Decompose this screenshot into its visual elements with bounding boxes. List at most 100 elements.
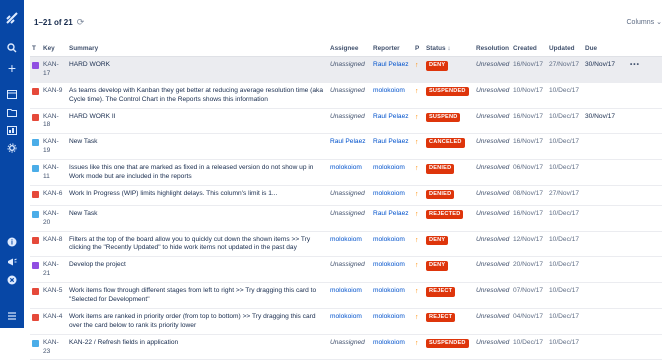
header-type[interactable]: T [30,40,41,57]
actions-cell [628,185,662,206]
issue-summary-link[interactable]: HARD WORK [69,61,110,68]
resolution-cell: Unresolved [474,334,511,360]
search-icon[interactable] [4,40,20,56]
issue-key-link[interactable]: KAN-23 [43,339,59,355]
header-reporter[interactable]: Reporter [371,40,413,57]
issue-key-link[interactable]: KAN-4 [43,313,62,320]
table-row[interactable]: KAN-4 Work items are ranked in priority o… [30,308,662,335]
header-resolution[interactable]: Resolution [474,40,511,57]
reports-icon[interactable] [4,122,20,138]
updated-date: 10/Dec/17 [549,209,580,217]
resolution-value: Unresolved [476,338,510,346]
reporter-link[interactable]: molokoiom [373,236,405,243]
updated-cell: 10/Dec/17 [547,159,583,186]
create-icon[interactable]: + [4,60,20,76]
reporter-cell: Raul Pelaez [371,133,413,161]
reporter-link[interactable]: molokoiom [373,190,405,197]
issue-summary-link[interactable]: New Task [69,210,97,217]
resolution-cell: Unresolved [474,159,511,186]
issue-summary-link[interactable]: Develop the project [69,261,126,268]
updated-date: 10/Dec/17 [549,235,580,243]
issue-key-link[interactable]: KAN-17 [43,61,59,77]
issue-key-link[interactable]: KAN-21 [43,261,59,277]
reporter-link[interactable]: molokoiom [373,339,405,346]
menu-icon[interactable] [4,308,20,324]
issue-key-link[interactable]: KAN-19 [43,138,59,154]
table-row[interactable]: KAN-19 New Task Raul Pelaez Raul Pelaez ↑ CAN… [30,133,662,161]
help-icon[interactable]: i [4,234,20,250]
actions-cell [628,308,662,335]
issue-key-link[interactable]: KAN-8 [43,236,62,243]
table-row[interactable]: KAN-21 Develop the project Unassigned molok… [30,256,662,284]
assignee-value[interactable]: molokoiom [330,164,362,171]
columns-button[interactable]: Columns ⌄ [627,18,663,27]
updated-date: 27/Nov/17 [549,61,580,68]
issue-summary-link[interactable]: Work In Progress (WIP) limits highlight … [69,190,277,197]
issue-summary-link[interactable]: As teams develop with Kanban they get be… [69,87,323,103]
issue-summary-link[interactable]: HARD WORK II [69,113,116,120]
table-row[interactable]: KAN-17 HARD WORK Unassigned Raul Pelaez ↑ DEN… [30,56,662,83]
reporter-link[interactable]: Raul Pelaez [373,113,409,120]
issue-summary-link[interactable]: KAN-22 / Refresh fields in application [69,339,178,346]
megaphone-icon[interactable] [4,254,20,270]
reporter-link[interactable]: molokoiom [373,87,405,94]
table-row[interactable]: KAN-6 Work In Progress (WIP) limits highl… [30,185,662,206]
table-row[interactable]: KAN-23 KAN-22 / Refresh fields in applica… [30,334,662,360]
reporter-link[interactable]: molokoiom [373,287,405,294]
header-summary[interactable]: Summary [67,40,328,57]
summary-cell: Work items flow through different stages… [67,282,328,309]
header-key[interactable]: Key [41,40,67,57]
task-type-icon [32,139,39,147]
assignee-value[interactable]: Raul Pelaez [330,138,366,145]
reporter-link[interactable]: Raul Pelaez [373,61,409,68]
header-priority[interactable]: P [413,40,424,57]
issue-summary-link[interactable]: New Task [69,138,97,145]
reporter-link[interactable]: molokoiom [373,164,405,171]
issue-key-link[interactable]: KAN-18 [43,113,59,129]
priority-cell: ↑ [413,56,424,83]
assignee-cell: Unassigned [328,205,371,232]
header-updated[interactable]: Updated [547,40,583,57]
reporter-link[interactable]: Raul Pelaez [373,138,409,145]
table-row[interactable]: KAN-5 Work items flow through different s… [30,282,662,309]
profile-icon[interactable] [4,272,20,288]
issue-key-link[interactable]: KAN-5 [43,287,62,294]
assignee-value[interactable]: molokoiom [330,236,362,243]
created-cell: 06/Nov/17 [511,159,547,186]
assignee-value[interactable]: molokoiom [330,287,362,294]
issue-key-link[interactable]: KAN-11 [43,164,59,180]
table-row[interactable]: KAN-9 As teams develop with Kanban they g… [30,82,662,109]
task-type-icon [32,210,39,218]
issue-key-link[interactable]: KAN-20 [43,210,59,226]
board-icon[interactable] [4,86,20,102]
table-row[interactable]: KAN-8 Filters at the top of the board all… [30,231,662,258]
due-date: 30/Nov/17 [585,112,616,120]
more-actions-icon[interactable]: ••• [630,61,640,68]
settings-icon[interactable] [4,140,20,156]
header-status[interactable]: Status ↓ [424,40,474,57]
issue-key-link[interactable]: KAN-6 [43,190,62,197]
header-assignee[interactable]: Assignee [328,40,371,57]
updated-cell: 10/Dec/17 [547,334,583,360]
table-row[interactable]: KAN-11 Issues like this one that are mark… [30,159,662,186]
issue-summary-link[interactable]: Work items flow through different stages… [69,287,316,303]
refresh-icon[interactable]: ⟳ [77,17,85,28]
assignee-value[interactable]: molokoiom [330,313,362,320]
jira-logo-icon[interactable] [4,10,20,26]
summary-cell: Issues like this one that are marked as … [67,159,328,186]
table-row[interactable]: KAN-20 New Task Unassigned Raul Pelaez ↑ REJE… [30,205,662,232]
issue-key-link[interactable]: KAN-9 [43,87,62,94]
reporter-link[interactable]: molokoiom [373,261,405,268]
issue-summary-link[interactable]: Work items are ranked in priority order … [69,313,316,329]
header-due[interactable]: Due [583,40,628,57]
priority-cell: ↑ [413,82,424,109]
table-row[interactable]: KAN-18 HARD WORK II Unassigned Raul Pelaez ↑… [30,108,662,135]
issue-summary-link[interactable]: Filters at the top of the board allow yo… [69,236,310,252]
issue-summary-link[interactable]: Issues like this one that are marked as … [69,164,313,180]
reporter-link[interactable]: molokoiom [373,313,405,320]
resolution-value: Unresolved [476,138,510,146]
folder-icon[interactable] [4,104,20,120]
header-created[interactable]: Created [511,40,547,57]
reporter-link[interactable]: Raul Pelaez [373,210,409,217]
reporter-cell: Raul Pelaez [371,56,413,83]
